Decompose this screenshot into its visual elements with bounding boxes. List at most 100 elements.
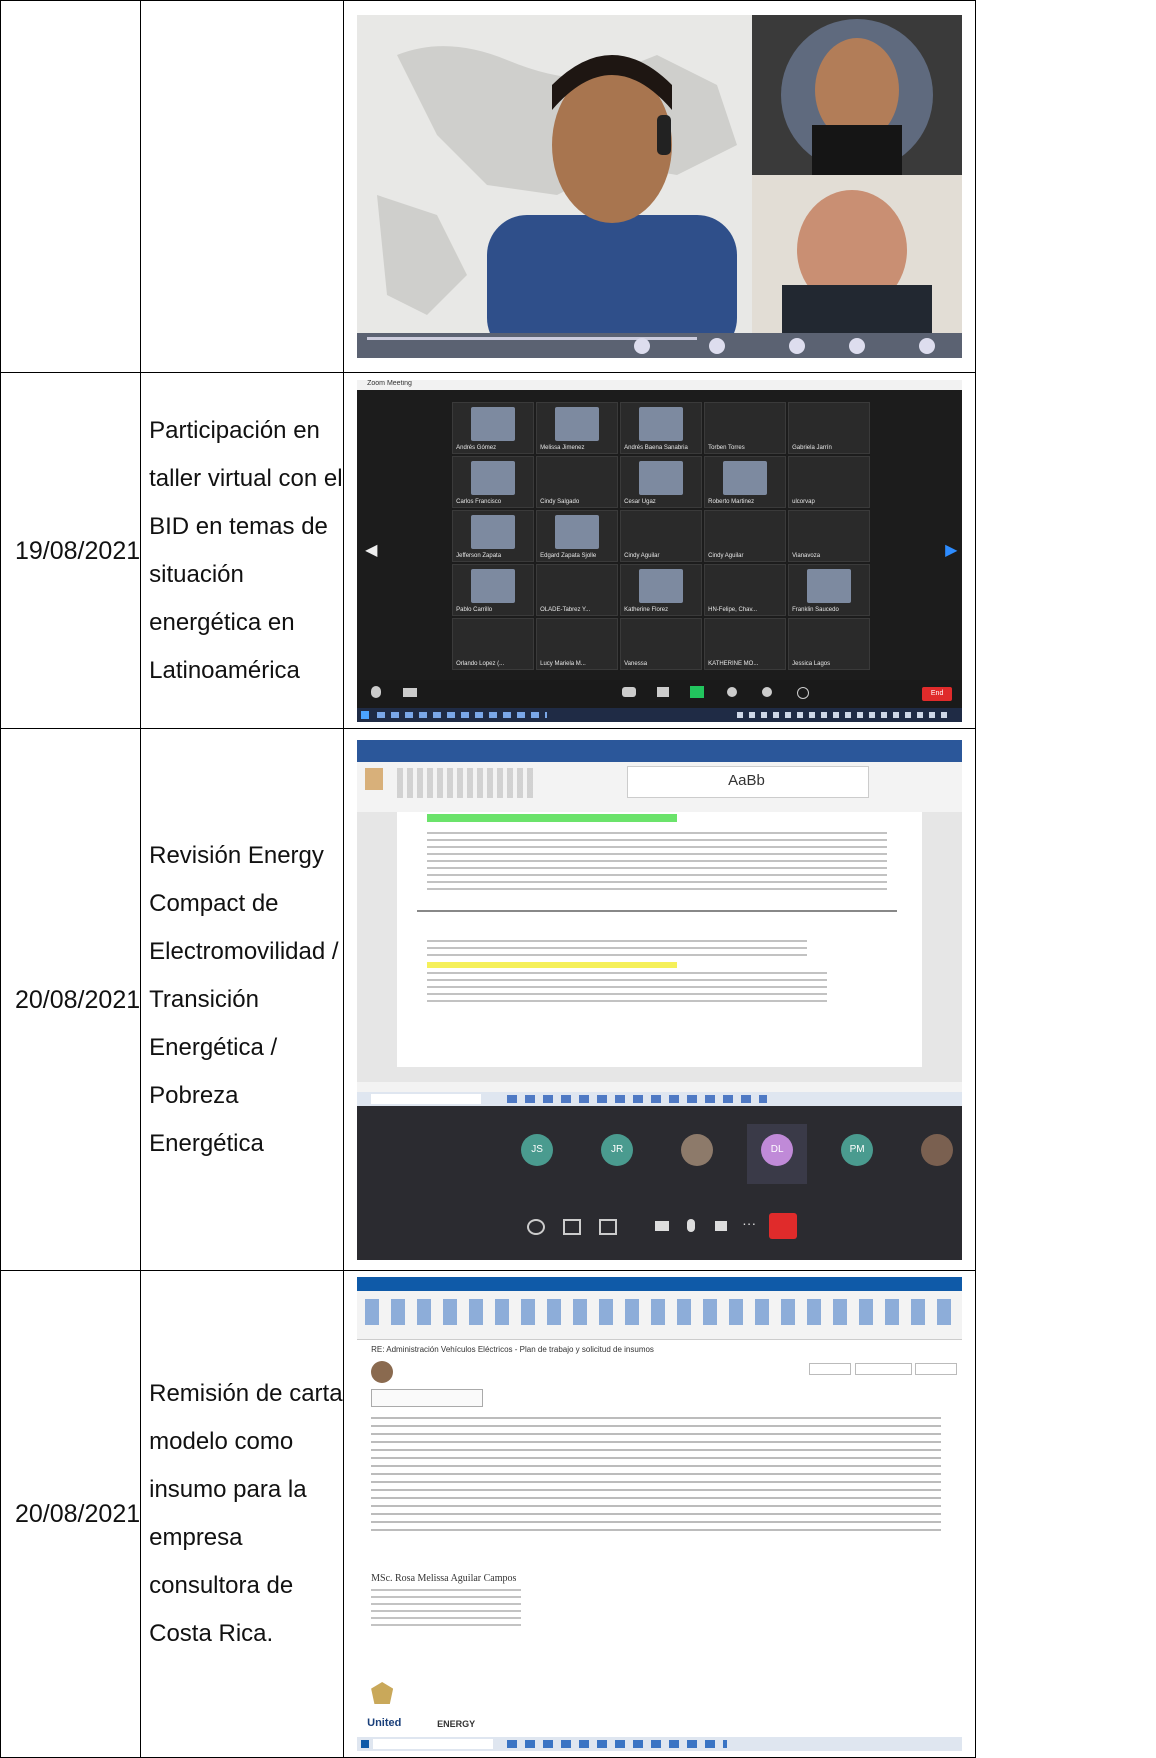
participant-name: KATHERINE MO... <box>708 660 759 667</box>
participant-tile[interactable]: Cindy Aguilar <box>704 509 787 562</box>
table-row <box>0 0 977 373</box>
participant-tile[interactable]: Pablo Carrillo <box>452 563 535 616</box>
participant-tile[interactable]: Cindy Salgado <box>536 455 619 508</box>
participant-tile[interactable]: Cesar Ugaz <box>620 455 703 508</box>
avatar: PM <box>841 1133 874 1166</box>
video-icon[interactable] <box>403 687 418 697</box>
attachment-icon[interactable] <box>371 1389 484 1407</box>
participant-tile[interactable]: Franklin Saucedo <box>788 563 871 616</box>
forward-button[interactable] <box>915 1363 958 1375</box>
share-icon[interactable] <box>599 1218 618 1235</box>
apps-icon[interactable] <box>797 686 810 699</box>
chat-icon[interactable] <box>527 1218 546 1235</box>
participant-name: OLADE-Tabrez Y... <box>540 606 591 613</box>
more-icon[interactable]: ··· <box>742 1215 756 1231</box>
logo-united: United <box>367 1717 402 1729</box>
search-field[interactable] <box>371 1093 482 1104</box>
participant-video <box>639 460 684 495</box>
table-row: 20/08/2021 Remisión de carta modelo como… <box>0 1270 977 1758</box>
zoom-window-title: Zoom Meeting <box>367 379 412 387</box>
next-page-icon[interactable]: ▶ <box>945 540 957 560</box>
share-screen-icon[interactable] <box>690 685 705 698</box>
participant-grid: Andrés Gómez Melissa Jimenez Andrés Baena … <box>452 401 872 672</box>
participant-tile[interactable]: Gabriela Jarrín <box>788 401 871 454</box>
start-icon[interactable] <box>361 1740 370 1748</box>
participants-icon[interactable] <box>563 1218 582 1235</box>
speaker-icon[interactable] <box>715 1220 728 1231</box>
participant-tile[interactable]: Vianavoza <box>788 509 871 562</box>
participant-tile[interactable]: Andrés Baena Sanabria <box>620 401 703 454</box>
table-row: 19/08/2021 Participación en taller virtu… <box>0 372 977 729</box>
participants-icon[interactable] <box>622 686 637 697</box>
participant-tile[interactable]: Roberto Martinez <box>704 455 787 508</box>
participant-tile[interactable]: Jefferson Zapata <box>452 509 535 562</box>
font-controls <box>397 767 538 798</box>
date-cell: 19/08/2021 <box>0 372 142 729</box>
hang-up-button[interactable] <box>769 1212 798 1239</box>
participant-tile[interactable]: Orlando Lopez (... <box>452 617 535 670</box>
record-icon[interactable] <box>727 686 738 697</box>
screenshot-cell: Zoom Meeting Andrés Gómez Melissa Jimenez… <box>343 372 977 729</box>
date-cell: 20/08/2021 <box>0 728 142 1271</box>
paste-icon[interactable] <box>365 767 384 790</box>
mute-icon[interactable] <box>371 685 382 698</box>
participant-tile[interactable]: Edgard Zapata Sjolle <box>536 509 619 562</box>
teams-participant[interactable]: JR <box>587 1124 647 1184</box>
description-cell: Revisión Energy Compact de Electromovili… <box>140 728 345 1271</box>
date-cell <box>0 0 142 373</box>
participant-name: Andrés Baena Sanabria <box>624 444 688 451</box>
participant-tile[interactable]: Melissa Jimenez <box>536 401 619 454</box>
participant-tile[interactable]: Jessica Lagos <box>788 617 871 670</box>
teams-participant[interactable]: DL <box>747 1123 808 1184</box>
participant-name: Cindy Aguilar <box>708 552 744 559</box>
taskbar <box>357 1091 963 1106</box>
teams-participant[interactable] <box>907 1124 962 1184</box>
participant-tile[interactable]: Katherine Florez <box>620 563 703 616</box>
camera-icon[interactable] <box>655 1220 670 1231</box>
avatar <box>921 1133 954 1166</box>
participant-tile[interactable]: Carlos Francisco <box>452 455 535 508</box>
teams-participant[interactable] <box>667 1124 727 1184</box>
avatar: JS <box>521 1133 554 1166</box>
participant-name: Andrés Gómez <box>456 444 497 451</box>
reply-button[interactable] <box>809 1363 852 1375</box>
participant-name: Carlos Francisco <box>456 498 502 505</box>
avatar <box>371 1361 394 1383</box>
participant-tile[interactable]: KATHERINE MO... <box>704 617 787 670</box>
search-field[interactable] <box>373 1739 494 1749</box>
participant-tile[interactable]: OLADE-Tabrez Y... <box>536 563 619 616</box>
chat-icon[interactable] <box>657 686 670 697</box>
outlook-title-bar <box>357 1277 963 1291</box>
participant-name: Roberto Martinez <box>708 498 755 505</box>
participant-tile[interactable]: Lucy Mariela M... <box>536 617 619 670</box>
mic-icon[interactable] <box>687 1218 696 1232</box>
activity-table: 19/08/2021 Participación en taller virtu… <box>0 0 977 1758</box>
teams-participant[interactable]: JS <box>507 1124 567 1184</box>
signature-details <box>371 1589 522 1629</box>
participant-tile[interactable]: Vanessa <box>620 617 703 670</box>
participant-tile[interactable]: HN-Felipe, Chav... <box>704 563 787 616</box>
table-row: 20/08/2021 Revisión Energy Compact de El… <box>0 728 977 1271</box>
participant-tile[interactable]: Andrés Gómez <box>452 401 535 454</box>
participant-name: Melissa Jimenez <box>540 444 585 451</box>
participant-tile[interactable]: Cindy Aguilar <box>620 509 703 562</box>
word-teams-screenshot: AaBb JS JR DL PM ··· <box>357 739 963 1260</box>
avatar: DL <box>761 1133 794 1166</box>
participant-tile[interactable]: ulcorvap <box>788 455 871 508</box>
participant-video <box>471 406 516 441</box>
participant-video <box>807 568 852 603</box>
participant-name: Franklin Saucedo <box>792 606 839 613</box>
reactions-icon[interactable] <box>762 686 773 697</box>
reply-all-button[interactable] <box>855 1363 913 1375</box>
participant-video <box>471 460 516 495</box>
message-body <box>371 1417 942 1537</box>
participant-tile[interactable]: Torben Torres <box>704 401 787 454</box>
prev-page-icon[interactable]: ◀ <box>365 540 377 560</box>
taskbar-apps <box>507 1740 728 1748</box>
screenshot-cell <box>343 0 977 373</box>
teams-participant[interactable]: PM <box>827 1124 887 1184</box>
end-meeting-button[interactable]: End <box>922 686 953 701</box>
zoom-toolbar: End <box>357 679 963 708</box>
avatar: JR <box>601 1133 634 1166</box>
start-icon[interactable] <box>361 710 370 719</box>
